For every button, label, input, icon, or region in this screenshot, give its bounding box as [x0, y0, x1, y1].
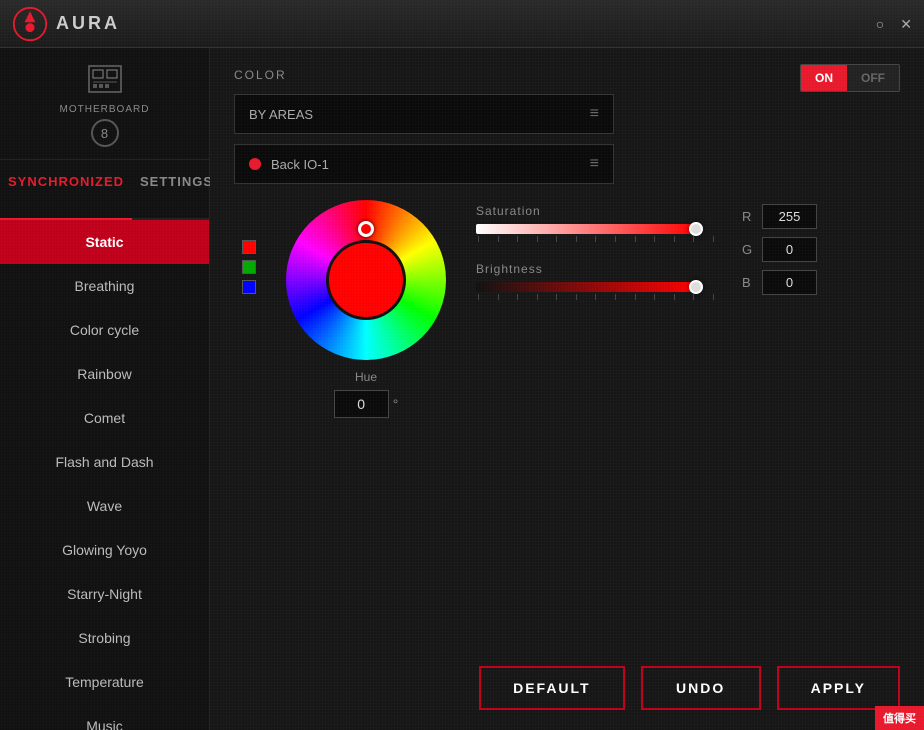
rgb-g-row: G — [742, 237, 817, 262]
onoff-toggle[interactable]: ON OFF — [800, 64, 900, 92]
g-label: G — [742, 242, 754, 257]
chevron-down-icon: ≡ — [590, 105, 599, 123]
window-controls: ○ ✕ — [876, 17, 912, 31]
title-bar: AURA ○ ✕ — [0, 0, 924, 48]
zone-dropdown[interactable]: Back IO-1 ≡ — [234, 144, 614, 184]
r-input[interactable] — [762, 204, 817, 229]
color-wheel-group: Hue ° — [286, 200, 446, 418]
app-logo: AURA — [12, 6, 120, 42]
swatch-red[interactable] — [242, 240, 256, 254]
degree-symbol: ° — [393, 396, 399, 412]
swatch-green[interactable] — [242, 260, 256, 274]
minimize-button[interactable]: ○ — [876, 17, 884, 31]
toggle-on-button[interactable]: ON — [801, 65, 847, 91]
toggle-off-button[interactable]: OFF — [847, 65, 899, 91]
mode-color-cycle[interactable]: Color cycle — [0, 308, 209, 352]
chevron-down-icon-2: ≡ — [590, 155, 599, 173]
brightness-group: Brightness — [476, 262, 716, 300]
mode-flash-and-dash[interactable]: Flash and Dash — [0, 440, 209, 484]
saturation-label: Saturation — [476, 204, 716, 218]
watermark: 值得买 — [875, 706, 924, 730]
rog-icon — [12, 6, 48, 42]
b-input[interactable] — [762, 270, 817, 295]
tab-synchronized[interactable]: SYNCHRONIZED — [0, 160, 132, 218]
mode-temperature[interactable]: Temperature — [0, 660, 209, 704]
mode-static[interactable]: Static — [0, 220, 209, 264]
mode-wave[interactable]: Wave — [0, 484, 209, 528]
undo-button[interactable]: UNDO — [641, 666, 761, 710]
hue-input-row: ° — [334, 390, 399, 418]
color-wheel[interactable] — [286, 200, 446, 360]
mode-music[interactable]: Music — [0, 704, 209, 730]
motherboard-icon — [85, 60, 125, 100]
b-label: B — [742, 275, 754, 290]
zone-indicator — [249, 158, 261, 170]
tab-settings[interactable]: SETTINGS — [132, 160, 221, 218]
device-number: 8 — [91, 119, 119, 147]
brightness-label: Brightness — [476, 262, 716, 276]
dropdown-row-1: BY AREAS ≡ — [234, 94, 900, 134]
motherboard-svg — [85, 60, 125, 100]
saturation-group: Saturation — [476, 204, 716, 242]
color-swatches — [242, 240, 256, 294]
saturation-slider[interactable] — [476, 224, 716, 242]
swatch-blue[interactable] — [242, 280, 256, 294]
bottom-buttons: DEFAULT UNDO APPLY — [479, 666, 900, 710]
mode-comet[interactable]: Comet — [0, 396, 209, 440]
tab-navigation: SYNCHRONIZED SETTINGS SHUT DOWN — [0, 160, 209, 220]
hue-input[interactable] — [334, 390, 389, 418]
sidebar: MOTHERBOARD 8 SYNCHRONIZED SETTINGS SHUT… — [0, 48, 210, 730]
default-button[interactable]: DEFAULT — [479, 666, 625, 710]
g-input[interactable] — [762, 237, 817, 262]
mode-rainbow[interactable]: Rainbow — [0, 352, 209, 396]
mode-strobing[interactable]: Strobing — [0, 616, 209, 660]
close-button[interactable]: ✕ — [900, 17, 912, 31]
areas-dropdown[interactable]: BY AREAS ≡ — [234, 94, 614, 134]
r-label: R — [742, 209, 754, 224]
mode-glowing-yoyo[interactable]: Glowing Yoyo — [0, 528, 209, 572]
rgb-section: R G B — [742, 204, 817, 295]
mode-starry-night[interactable]: Starry-Night — [0, 572, 209, 616]
device-label: MOTHERBOARD — [60, 104, 150, 115]
mode-breathing[interactable]: Breathing — [0, 264, 209, 308]
rgb-b-row: B — [742, 270, 817, 295]
rgb-r-row: R — [742, 204, 817, 229]
app-title: AURA — [56, 13, 120, 34]
apply-button[interactable]: APPLY — [777, 666, 900, 710]
brightness-slider[interactable] — [476, 282, 716, 300]
main-container: MOTHERBOARD 8 SYNCHRONIZED SETTINGS SHUT… — [0, 48, 924, 730]
sliders-section: Saturation — [476, 204, 716, 300]
device-section: MOTHERBOARD 8 — [0, 48, 209, 160]
dropdown-row-2: Back IO-1 ≡ — [234, 144, 900, 184]
hue-section: Hue ° — [334, 370, 399, 418]
lighting-modes-list: Static Breathing Color cycle Rainbow Com… — [0, 220, 209, 730]
color-picker-section: Hue ° Saturation — [234, 200, 900, 418]
content-area: ON OFF COLOR BY AREAS ≡ Back IO-1 ≡ — [210, 48, 924, 730]
sliders-rgb-container: Saturation — [476, 204, 817, 300]
hue-label: Hue — [355, 370, 377, 384]
